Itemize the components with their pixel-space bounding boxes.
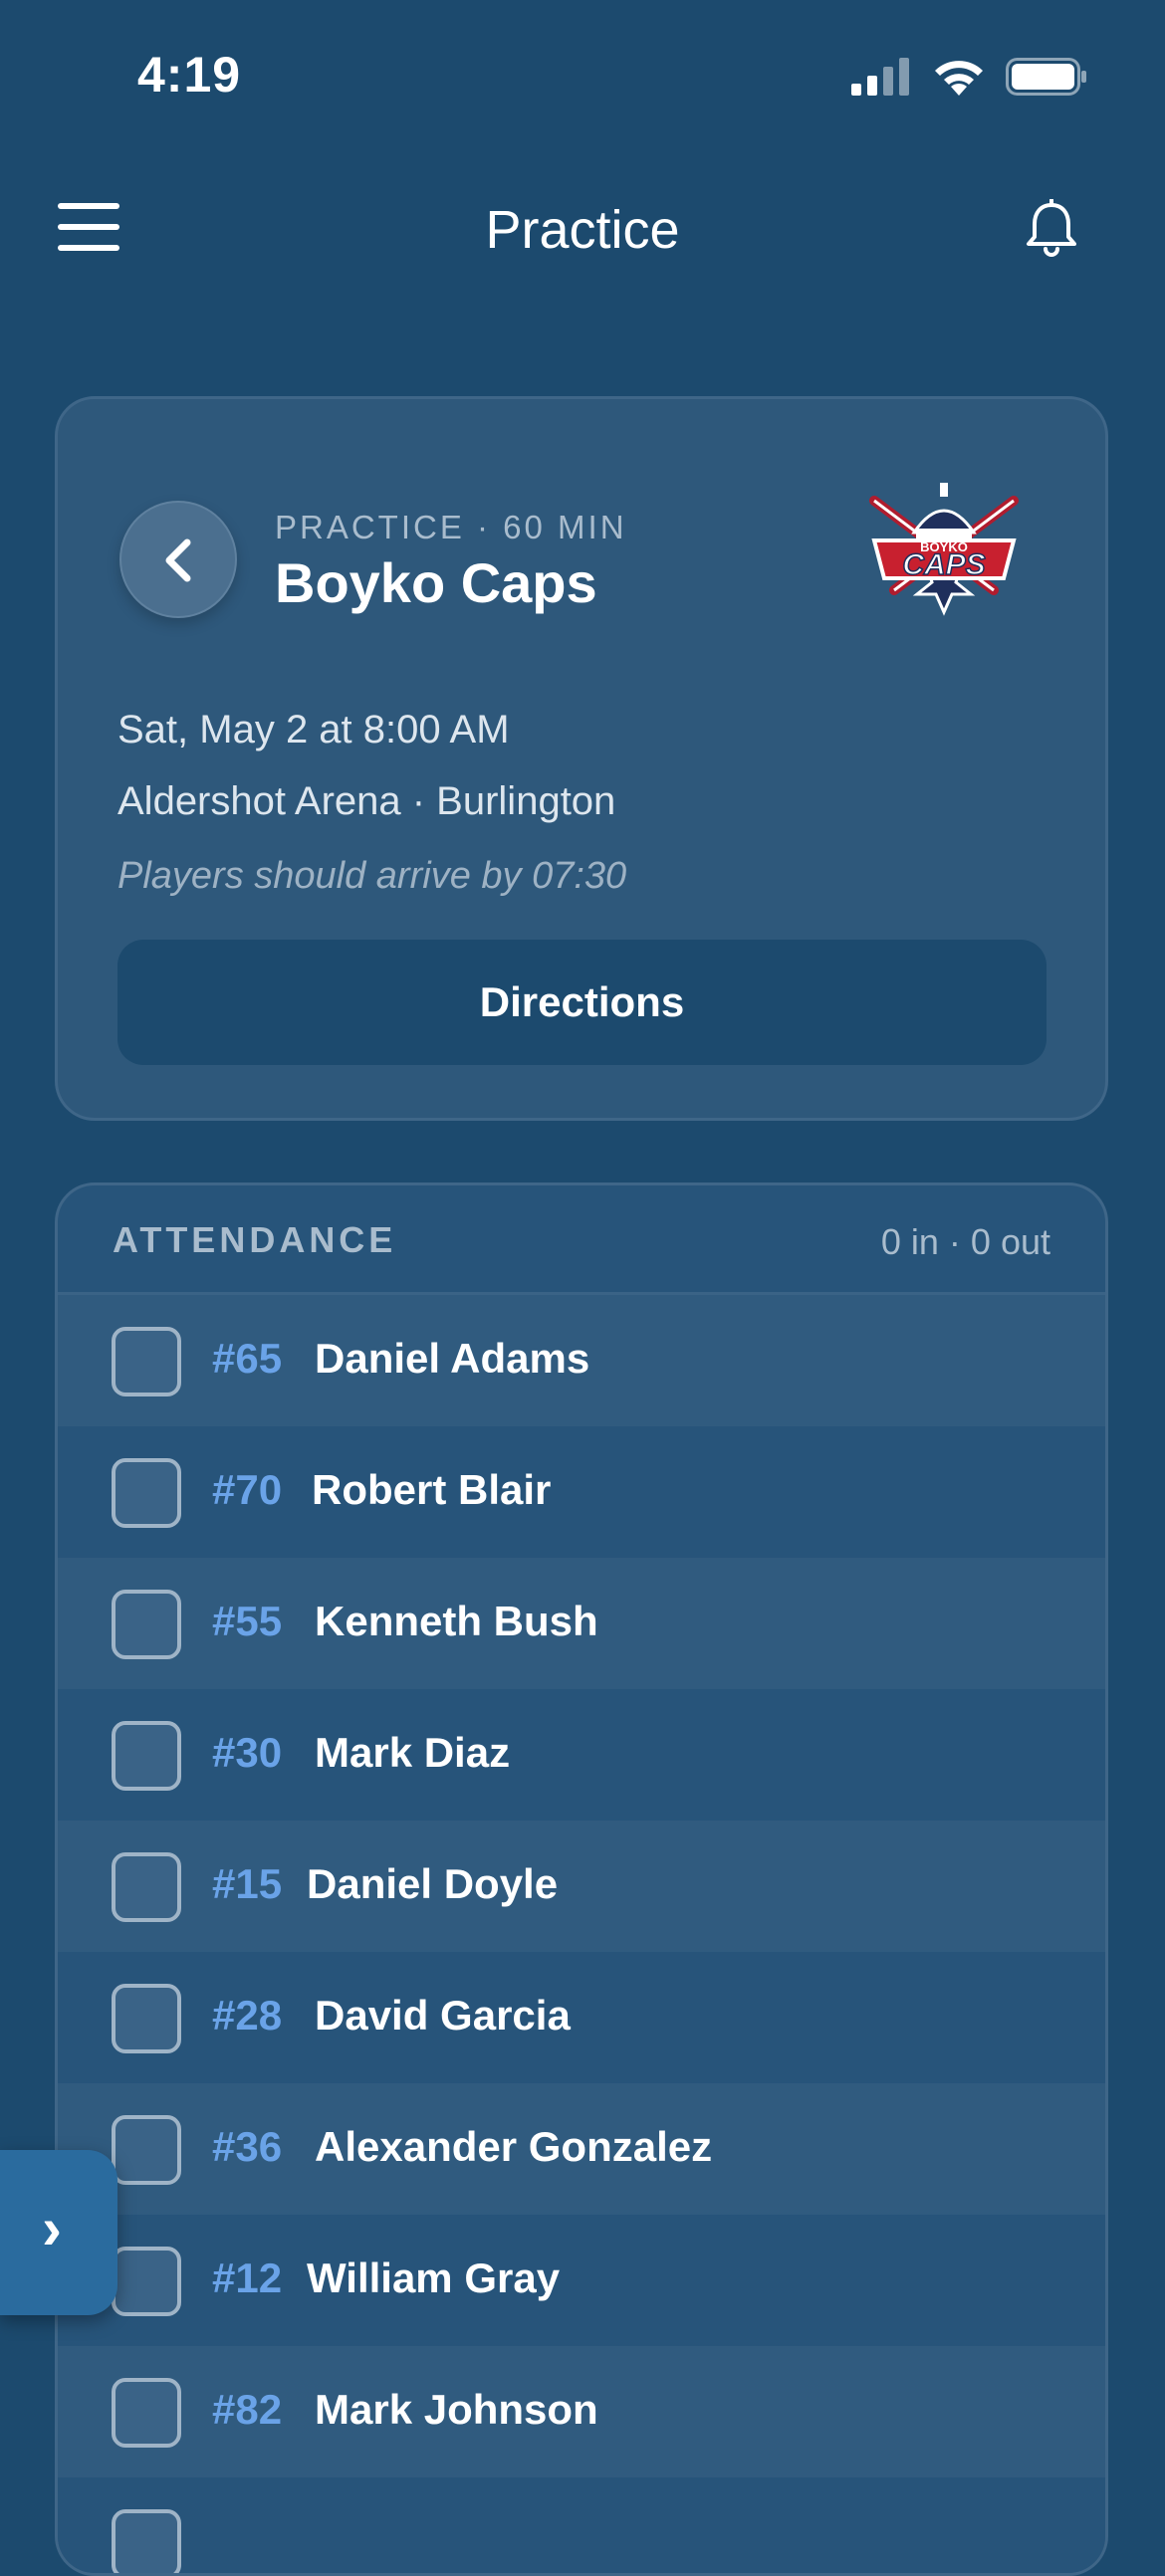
player-name: Daniel Doyle: [307, 1860, 559, 1907]
chevron-left-icon: [165, 538, 191, 582]
attendance-row[interactable]: #65 Daniel Adams: [58, 1295, 1105, 1426]
status-bar: 4:19: [0, 0, 1165, 149]
player-name: Mark Johnson: [315, 2386, 598, 2433]
player-number: #70: [212, 1466, 283, 1513]
player-name: Mark Diaz: [315, 1729, 511, 1776]
attendance-row[interactable]: #82 Mark Johnson: [58, 2346, 1105, 2477]
attendance-checkbox[interactable]: [112, 1852, 181, 1922]
expand-panel-tab[interactable]: ›: [0, 2150, 117, 2315]
event-card: PRACTICE · 60 MIN Boyko Caps BOYKO CAPS …: [55, 396, 1108, 1121]
battery-icon: [1006, 58, 1086, 96]
attendance-row[interactable]: #55 Kenneth Bush: [58, 1558, 1105, 1689]
attendance-checkbox[interactable]: [112, 2247, 181, 2316]
wifi-icon: [935, 61, 983, 96]
player-name: Daniel Adams: [315, 1335, 590, 1382]
player-name: Kenneth Bush: [315, 1598, 598, 1644]
player-number: #36: [212, 2123, 283, 2170]
player-name: Alexander Gonzalez: [315, 2123, 713, 2170]
attendance-row[interactable]: #70 Robert Blair: [58, 1426, 1105, 1558]
player-number: #30: [212, 1729, 283, 1776]
attendance-checkbox[interactable]: [112, 2378, 181, 2448]
attendance-row[interactable]: [58, 2477, 1105, 2573]
event-team-name: Boyko Caps: [275, 551, 597, 614]
attendance-row[interactable]: #36 Alexander Gonzalez: [58, 2083, 1105, 2215]
chevron-right-icon: ›: [42, 2195, 62, 2261]
player-number: #28: [212, 1992, 283, 2039]
event-location: Aldershot Arena · Burlington: [117, 779, 616, 823]
event-date: Sat, May 2 at 8:00 AM: [117, 708, 510, 751]
attendance-checkbox[interactable]: [112, 1327, 181, 1396]
attendance-checkbox[interactable]: [112, 2115, 181, 2185]
player-name: David Garcia: [315, 1992, 571, 2039]
player-name: Robert Blair: [312, 1466, 552, 1513]
player-number: #65: [212, 1335, 283, 1382]
page-title: Practice: [485, 200, 680, 260]
attendance-header: ATTENDANCE 0 in · 0 out: [58, 1185, 1105, 1295]
attendance-row[interactable]: #30 Mark Diaz: [58, 1689, 1105, 1821]
arrival-note: Players should arrive by 07:30: [117, 855, 627, 897]
player-number: #12: [212, 2254, 283, 2301]
attendance-checkbox[interactable]: [112, 1721, 181, 1791]
attendance-row[interactable]: #15 Daniel Doyle: [58, 1821, 1105, 1952]
directions-button[interactable]: Directions: [117, 940, 1047, 1065]
back-button[interactable]: [119, 501, 237, 618]
attendance-row[interactable]: #12 William Gray: [58, 2215, 1105, 2346]
attendance-checkbox[interactable]: [112, 1984, 181, 2053]
attendance-title: ATTENDANCE: [113, 1219, 397, 1260]
cellular-signal-icon: [851, 58, 909, 96]
attendance-list: #65 Daniel Adams #70 Robert Blair #55 Ke…: [58, 1295, 1105, 2573]
attendance-checkbox[interactable]: [112, 2509, 181, 2573]
player-name: William Gray: [307, 2254, 561, 2301]
attendance-card: ATTENDANCE 0 in · 0 out #65 Daniel Adams…: [55, 1182, 1108, 2576]
status-time: 4:19: [137, 47, 242, 103]
attendance-checkbox[interactable]: [112, 1590, 181, 1659]
bell-icon[interactable]: [1024, 199, 1079, 259]
player-number: #15: [212, 1860, 283, 1907]
attendance-row[interactable]: #28 David Garcia: [58, 1952, 1105, 2083]
event-kicker: PRACTICE · 60 MIN: [275, 509, 627, 545]
attendance-summary: 0 in · 0 out: [880, 1221, 1050, 1262]
player-number: #55: [212, 1598, 283, 1644]
attendance-checkbox[interactable]: [112, 1458, 181, 1528]
team-logo: BOYKO CAPS: [869, 483, 1019, 616]
player-number: #82: [212, 2386, 283, 2433]
logo-main-text: CAPS: [902, 548, 985, 581]
